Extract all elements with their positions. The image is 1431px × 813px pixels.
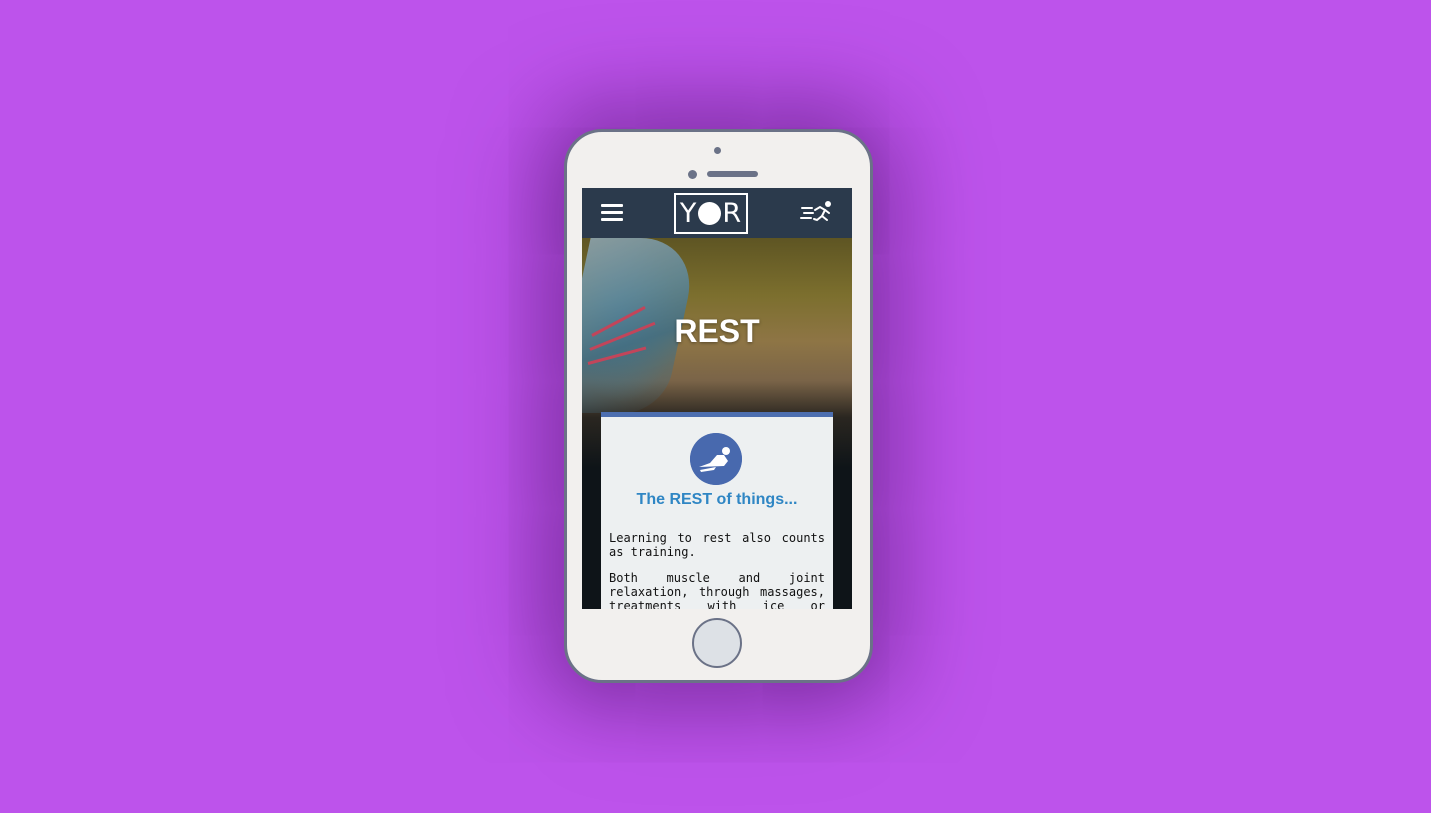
proximity-sensor — [688, 170, 697, 179]
yor-logo[interactable]: Y R — [674, 193, 748, 234]
running-man-icon[interactable] — [800, 200, 834, 226]
phone-frame: Y R REST The REST of things... Learning … — [564, 129, 873, 683]
resting-person-icon — [690, 433, 742, 485]
logo-letter-r: R — [722, 198, 743, 229]
logo-circle — [698, 202, 722, 225]
card-paragraph: Both muscle and joint relaxation, throug… — [609, 571, 825, 609]
home-button[interactable] — [692, 618, 742, 668]
content-card: The REST of things... Learning to rest a… — [601, 412, 833, 609]
hamburger-menu-icon[interactable] — [601, 204, 623, 222]
card-body: Learning to rest also counts as training… — [609, 531, 825, 609]
front-camera — [714, 147, 721, 154]
logo-letter-y: Y — [679, 198, 698, 229]
phone-screen: Y R REST The REST of things... Learning … — [582, 188, 852, 609]
card-title: The REST of things... — [636, 491, 798, 508]
earpiece-speaker — [707, 171, 758, 177]
hero-title: REST — [674, 313, 760, 349]
top-navbar: Y R — [582, 188, 852, 238]
card-paragraph: Learning to rest also counts as training… — [609, 531, 825, 559]
